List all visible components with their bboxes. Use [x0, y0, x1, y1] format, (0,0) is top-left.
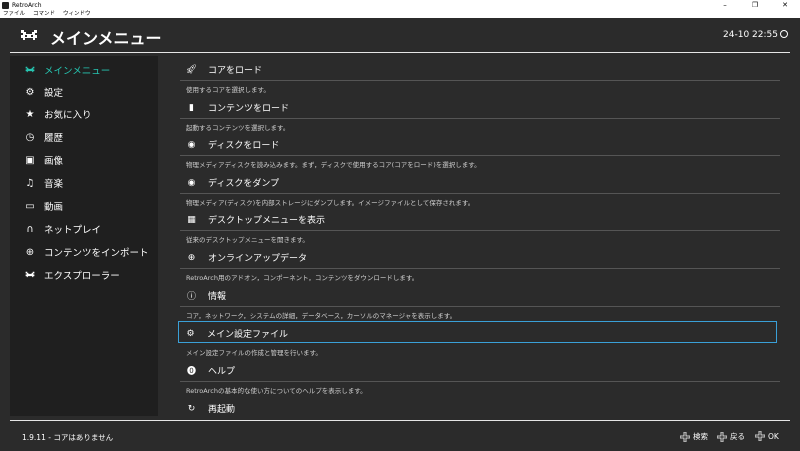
list-item-description: RetroArch用のアドオン，コンポーネント，コンテンツをダウンロードします。: [186, 274, 419, 282]
divider: [180, 193, 780, 194]
hint-label: 検索: [693, 432, 708, 441]
sidebar-item-import-content[interactable]: ⊕ コンテンツをインポート: [10, 242, 158, 262]
list-item-label: デスクトップメニューを表示: [208, 216, 326, 226]
sidebar-item-label: 設定: [44, 88, 64, 99]
header-divider: [10, 52, 790, 53]
selection-highlight: ⚙ メイン設定ファイル: [178, 321, 777, 343]
list-item-description: 物理メディア(ディスク)を内部ストレージにダンプします。イメージファイルとして保…: [186, 199, 475, 207]
window-controls: – ❐ ✕: [710, 0, 800, 10]
list-item-description: メイン設定ファイルの作成と管理を行います。: [186, 349, 322, 357]
sidebar-item-history[interactable]: ◷ 履歴: [10, 127, 158, 147]
clock: 24-10 22:55: [723, 30, 778, 40]
list-item-label: ヘルプ: [208, 367, 236, 377]
retroarch-invader-icon: [24, 269, 36, 281]
list-item-label: メイン設定ファイル: [207, 330, 289, 340]
page-header: メインメニュー 24-10 22:55: [0, 18, 800, 54]
help-icon: ⓿: [186, 367, 196, 377]
list-item-label: コアをロード: [208, 66, 263, 76]
sidebar-item-images[interactable]: ▣ 画像: [10, 150, 158, 170]
divider: [180, 268, 780, 269]
footer-bar: 1.9.11 - コアはありません 検索 戻る OK: [0, 423, 800, 451]
window-titlebar: RetroArch – ❐ ✕: [0, 0, 800, 10]
dpad-icon: [680, 431, 690, 442]
list-item-description: 起動するコンテンツを選択します。: [186, 124, 290, 132]
dpad-icon: [717, 431, 727, 442]
sidebar-item-settings[interactable]: ⚙ 設定: [10, 82, 158, 102]
sidebar-item-label: 履歴: [44, 133, 64, 144]
main-menu-list: 🚀︎ コアをロード 使用するコアを選択します。 ▮ コンテンツをロード 起動するコン…: [158, 56, 790, 416]
close-button[interactable]: ✕: [770, 0, 800, 10]
plus-circle-icon: ⊕: [25, 246, 35, 258]
divider: [180, 230, 780, 231]
window-title: RetroArch: [12, 1, 42, 9]
retroarch-invader-icon: [21, 30, 37, 40]
divider: [180, 306, 780, 307]
divider: [180, 155, 780, 156]
sidebar-item-favorites[interactable]: ★ お気に入り: [10, 104, 158, 124]
list-item-label: 再起動: [208, 405, 236, 415]
retroarch-invader-icon: [24, 64, 36, 76]
divider: [180, 118, 780, 119]
sidebar-item-video[interactable]: ▭ 動画: [10, 196, 158, 216]
sidebar: メインメニュー ⚙ 設定 ★ お気に入り ◷ 履歴 ▣ 画像 ♫ 音楽 ▭ 動画…: [10, 56, 158, 416]
disc-icon: ◉: [187, 177, 196, 188]
list-item-label: ディスクをロード: [208, 141, 280, 151]
clock-icon: [780, 30, 788, 38]
minimize-button[interactable]: –: [710, 0, 740, 10]
video-icon: ▭: [25, 200, 35, 212]
file-icon: ▮: [189, 102, 194, 113]
divider: [180, 381, 780, 382]
hint-back[interactable]: 戻る: [717, 431, 745, 442]
hint-label: 戻る: [730, 432, 745, 441]
list-item-label: オンラインアップデータ: [208, 254, 308, 264]
sidebar-item-label: ネットプレイ: [44, 225, 102, 236]
sidebar-item-netplay[interactable]: ∩ ネットプレイ: [10, 219, 158, 239]
hint-search[interactable]: 検索: [680, 431, 708, 442]
disc-icon: ◉: [187, 139, 196, 150]
sidebar-item-label: 画像: [44, 156, 64, 167]
list-item-label: 情報: [208, 292, 227, 302]
sidebar-item-main-menu[interactable]: メインメニュー: [10, 60, 158, 80]
rocket-icon: 🚀︎: [185, 64, 198, 75]
config-gears-icon: ⚙: [186, 328, 195, 339]
image-icon: ▣: [25, 154, 35, 166]
menu-window[interactable]: ウィンドウ: [63, 10, 91, 18]
desktop-menu-icon: ▦: [187, 214, 196, 225]
menu-command[interactable]: コマンド: [33, 10, 55, 18]
headset-icon: ∩: [26, 223, 34, 235]
hint-label: OK: [768, 431, 779, 441]
list-item-description: 物理メディアディスクを読み込みます。まず，ディスクで使用するコア(コアをロード)…: [186, 161, 481, 169]
sidebar-item-label: メインメニュー: [44, 66, 111, 77]
footer-divider: [10, 420, 790, 421]
status-text: 1.9.11 - コアはありません: [22, 433, 114, 442]
star-icon: ★: [25, 108, 35, 120]
page-title: メインメニュー: [50, 29, 162, 48]
hint-ok[interactable]: OK: [755, 431, 779, 441]
sidebar-item-music[interactable]: ♫ 音楽: [10, 173, 158, 193]
sidebar-item-label: お気に入り: [44, 110, 92, 121]
retroarch-app-icon: [2, 1, 9, 9]
list-item-label: ディスクをダンプ: [208, 179, 280, 189]
globe-icon: ⊕: [187, 252, 196, 263]
list-item-description: RetroArchの基本的な使い方についてのヘルプを表示します。: [186, 387, 367, 395]
music-icon: ♫: [25, 177, 35, 189]
divider: [180, 80, 780, 81]
maximize-button[interactable]: ❐: [740, 0, 770, 10]
list-item-description: 従来のデスクトップメニューを開きます。: [186, 236, 309, 244]
list-item-description: コア，ネットワーク，システムの詳細，データベース，カーソルのマネージャを表示しま…: [186, 312, 457, 320]
sidebar-item-label: コンテンツをインポート: [44, 248, 149, 259]
list-item-label: コンテンツをロード: [208, 104, 290, 114]
sidebar-item-label: エクスプローラー: [44, 271, 120, 282]
sidebar-item-label: 音楽: [44, 179, 64, 190]
menu-bar: ファイル コマンド ウィンドウ: [0, 10, 800, 18]
sidebar-item-label: 動画: [44, 202, 64, 213]
gear-icon: ⚙: [25, 86, 35, 98]
dpad-icon: [755, 431, 765, 441]
sidebar-item-explorer[interactable]: エクスプローラー: [10, 265, 158, 285]
history-icon: ◷: [25, 131, 35, 143]
menu-file[interactable]: ファイル: [3, 10, 25, 18]
list-item-description: 使用するコアを選択します。: [186, 86, 270, 94]
info-icon: ⓘ: [186, 292, 196, 302]
restart-icon: ↻: [187, 403, 196, 414]
